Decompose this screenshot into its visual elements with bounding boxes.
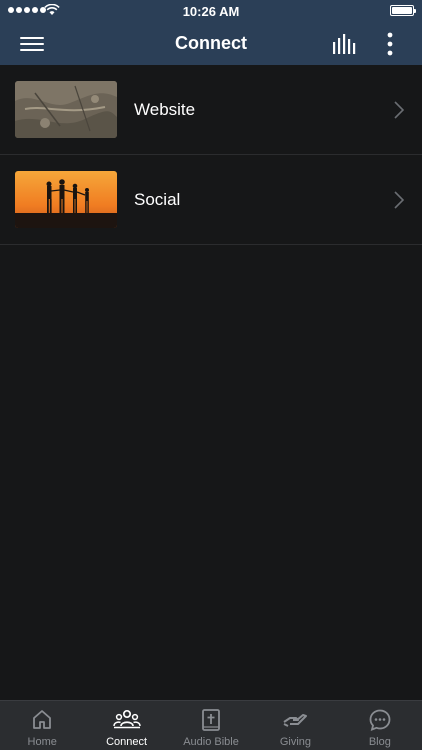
status-bar: 10:26 AM [0, 0, 422, 22]
giving-hand-icon [283, 714, 308, 727]
list-item-label: Website [134, 100, 196, 119]
more-vertical-icon[interactable] [380, 32, 400, 56]
status-time: 10:26 AM [182, 4, 240, 19]
equalizer-icon[interactable] [332, 33, 358, 55]
people-group-icon [112, 709, 141, 729]
chevron-right-icon [394, 191, 404, 209]
tab-label: Connect [106, 736, 148, 748]
aerial-landscape-image [15, 81, 117, 138]
bible-icon [202, 709, 220, 731]
tab-label: Home [27, 736, 57, 748]
list-item-label: Social [134, 190, 181, 209]
chat-bubble-icon [369, 709, 391, 731]
tab-audio-bible[interactable]: Audio Bible [169, 701, 253, 750]
tab-blog[interactable]: Blog [338, 701, 422, 750]
tab-label: Audio Bible [183, 736, 239, 748]
tab-connect[interactable]: Connect [84, 701, 168, 750]
nav-bar: Connect [0, 22, 422, 65]
list-item-social[interactable]: Social [0, 155, 422, 245]
sunset-family-silhouette-image [15, 171, 117, 228]
page-title: Connect [175, 33, 247, 53]
tab-label: Giving [279, 736, 312, 748]
tab-label: Blog [368, 736, 391, 748]
tab-home[interactable]: Home [0, 701, 84, 750]
tab-giving[interactable]: Giving [253, 701, 337, 750]
tab-bar: Home Connect Audio Bible Giving Blog [0, 700, 422, 750]
chevron-right-icon [394, 101, 404, 119]
battery-icon [390, 5, 416, 16]
list-item-website[interactable]: Website [0, 65, 422, 155]
home-icon [33, 710, 52, 729]
connect-list: Website Social [0, 65, 422, 245]
